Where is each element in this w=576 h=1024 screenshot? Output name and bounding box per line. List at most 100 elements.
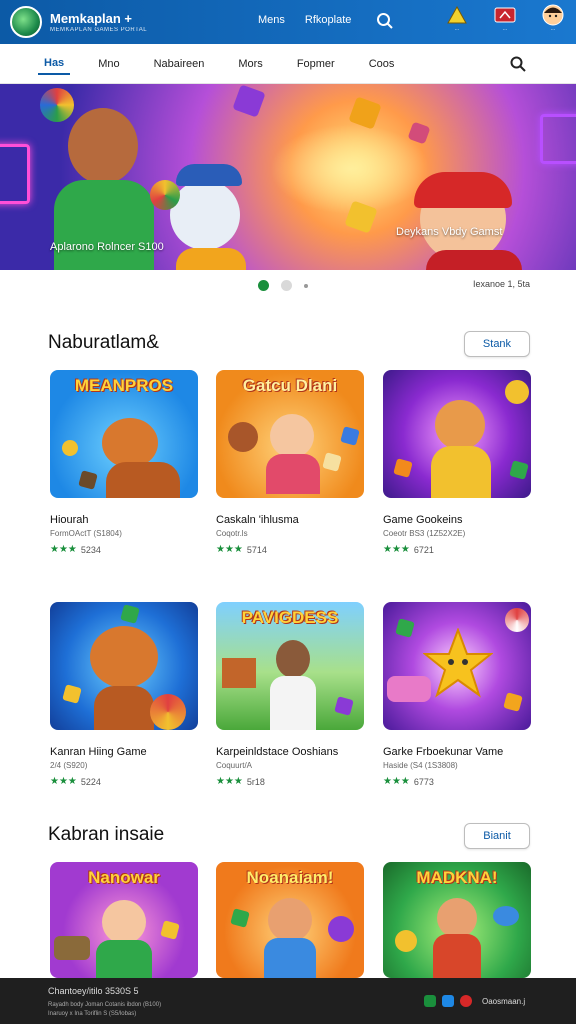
- section-action-button[interactable]: Bianit: [464, 823, 530, 849]
- game-thumbnail: [50, 602, 198, 730]
- top-icon-label: ...: [454, 26, 460, 32]
- star-icons: ★★★: [50, 544, 77, 555]
- search-icon[interactable]: [376, 12, 394, 35]
- kid-character: [102, 900, 146, 944]
- game-cube: [395, 618, 415, 638]
- hero-banner[interactable]: Aplarono Rolncer S100 Deykans Vbdy Gamst: [0, 84, 576, 270]
- tab-mors[interactable]: Mors: [232, 54, 268, 74]
- rating-count: 5234: [80, 544, 101, 555]
- section-action-button[interactable]: Stank: [464, 331, 530, 357]
- nav-tabs: Has Mno Nabaireen Mors Fopmer Coos: [0, 44, 576, 84]
- flag-icon[interactable]: ...: [492, 4, 518, 32]
- avatar-icon[interactable]: ...: [540, 4, 566, 32]
- game-card[interactable]: Garke Frboekunar Vame Haside (S4 (1S3808…: [383, 602, 531, 787]
- game-rating: ★★★ 5r18: [216, 776, 364, 787]
- ufo-decoration: [493, 906, 519, 926]
- cat-body: [431, 446, 491, 498]
- carousel-dot[interactable]: [281, 280, 292, 291]
- game-thumbnail: MEANPROS: [50, 370, 198, 498]
- game-card[interactable]: Game Gookeins Coeotr BS3 (1Z52X2E) ★★★ 67…: [383, 370, 531, 555]
- kid-body: [266, 454, 320, 494]
- game-rating: ★★★ 6721: [383, 544, 531, 555]
- kid-character: [270, 414, 314, 458]
- footer-social-icons: [424, 995, 472, 1007]
- tab-mno[interactable]: Mno: [92, 54, 125, 74]
- game-cube: [334, 696, 354, 716]
- game-card[interactable]: Noanaiam!: [216, 862, 364, 978]
- fox-body: [433, 934, 481, 978]
- banner-right-caption: Deykans Vbdy Gamst: [396, 226, 503, 238]
- game-title: Game Gookeins: [383, 514, 463, 526]
- footer-copyright: Inaruoy x Ina Toriflin S (S5/lobas): [48, 1011, 137, 1017]
- game-dice: [322, 452, 342, 472]
- tab-nabaireen[interactable]: Nabaireen: [148, 54, 211, 74]
- game-card[interactable]: MEANPROS Hiourah FormOActT (S1804) ★★★ 52…: [50, 370, 198, 555]
- game-card[interactable]: Gatcu Dlani Caskaln 'ihlusma Coqotr.ls ★…: [216, 370, 364, 555]
- send-icon[interactable]: [442, 995, 454, 1007]
- logo-icon[interactable]: [10, 6, 42, 38]
- thumbnail-title: MEANPROS: [74, 376, 174, 395]
- tab-has[interactable]: Has: [38, 53, 71, 75]
- top-links: Mens Rfkoplate: [258, 14, 351, 26]
- brand[interactable]: Memkaplan + MEMKAPLAN GAMES PORTAL: [50, 12, 147, 33]
- footer-right-text[interactable]: Oaosmaan.j: [482, 997, 525, 1006]
- star-character-icon: [423, 628, 493, 698]
- kid-body: [264, 938, 316, 978]
- tab-fopmer[interactable]: Fopmer: [291, 54, 341, 74]
- top-icon-label: ...: [502, 26, 508, 32]
- check-icon[interactable]: [424, 995, 436, 1007]
- toy-car: [387, 676, 431, 702]
- rating-count: 5224: [80, 776, 101, 787]
- kid-body: [96, 940, 152, 978]
- pinterest-icon[interactable]: [460, 995, 472, 1007]
- rating-count: 5r18: [246, 776, 265, 787]
- game-rating: ★★★ 5714: [216, 544, 364, 555]
- game-rating: ★★★ 5234: [50, 544, 198, 555]
- top-link-mens[interactable]: Mens: [258, 14, 285, 26]
- game-thumbnail: Gatcu Dlani: [216, 370, 364, 498]
- triangle-badge-icon[interactable]: ...: [444, 4, 470, 32]
- top-link-rfkoplate[interactable]: Rfkoplate: [305, 14, 351, 26]
- light-burst: [270, 124, 430, 214]
- fox-character: [102, 418, 158, 468]
- tab-coos[interactable]: Coos: [363, 54, 401, 74]
- game-thumbnail: Nanowar: [50, 862, 198, 978]
- game-card[interactable]: Kanran Hiing Game 2/4 (S920) ★★★ 5224: [50, 602, 198, 787]
- rating-count: 6721: [413, 544, 434, 555]
- top-icon-label: ...: [550, 26, 556, 32]
- game-cube: [120, 604, 140, 624]
- game-ball: [505, 608, 529, 632]
- footer: Chantoey/itilo 3530S 5 Rayadh body Joman…: [0, 978, 576, 1024]
- character-boy-body: [426, 250, 522, 270]
- game-card[interactable]: PAVIGDESS Karpeinldstace Ooshians Coquur…: [216, 602, 364, 787]
- search-icon[interactable]: [510, 56, 526, 77]
- game-card[interactable]: MADKNA!: [383, 862, 531, 978]
- toy-car: [54, 936, 90, 960]
- thumbnail-title: Nanowar: [88, 868, 160, 887]
- music-block: [232, 84, 266, 118]
- section-title: Naburatlam&: [48, 332, 159, 353]
- kid-character: [268, 898, 312, 942]
- game-subtitle: FormOActT (S1804): [50, 529, 122, 538]
- game-ball: [150, 694, 186, 730]
- banner-left-caption: Aplarono Rolncer S100: [50, 241, 164, 253]
- brand-subtitle: MEMKAPLAN GAMES PORTAL: [50, 26, 148, 33]
- bunny-cap: [176, 164, 242, 186]
- game-title: Hiourah: [50, 514, 89, 526]
- character-kid-head: [68, 108, 138, 184]
- person-character: [276, 640, 310, 678]
- fox-body: [94, 686, 154, 730]
- brand-title: Memkaplan +: [50, 10, 133, 26]
- game-ball: [505, 380, 529, 404]
- game-subtitle: 2/4 (S920): [50, 761, 88, 770]
- person-body: [270, 676, 316, 730]
- game-card[interactable]: Nanowar: [50, 862, 198, 978]
- carousel-dot-active[interactable]: [258, 280, 269, 291]
- ball-decoration: [150, 180, 180, 210]
- fox-character: [90, 626, 158, 688]
- section-title: Kabran insaie: [48, 824, 165, 845]
- ball-decoration: [40, 88, 74, 122]
- game-title: Kanran Hiing Game: [50, 746, 147, 758]
- game-rating: ★★★ 5224: [50, 776, 198, 787]
- footer-address: Rayadh body Joman Cotanis ibdon (B100): [48, 1002, 162, 1008]
